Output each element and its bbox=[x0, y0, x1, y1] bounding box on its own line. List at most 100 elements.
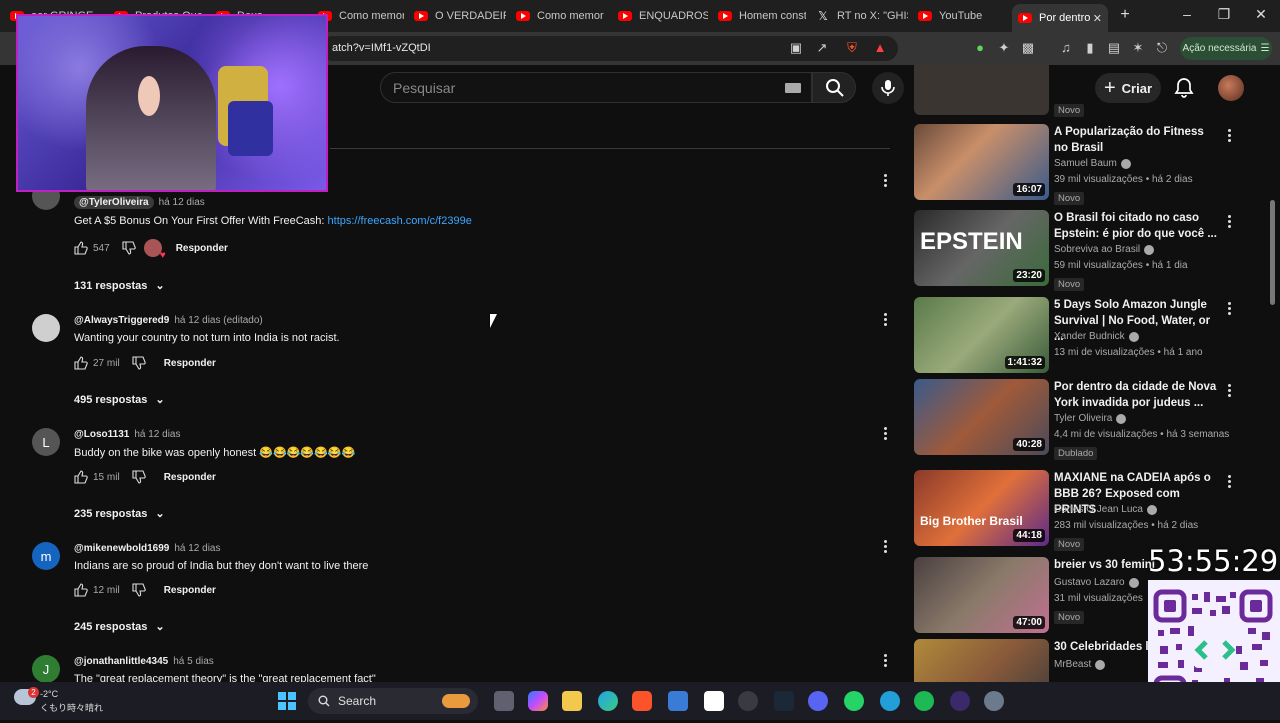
like-icon[interactable] bbox=[74, 583, 88, 597]
comment-time[interactable]: há 12 dias (editado) bbox=[174, 315, 262, 326]
video-channel[interactable]: Cortes O Jean Luca bbox=[1054, 504, 1157, 515]
video-title[interactable]: Por dentro da cidade de Nova York invadi… bbox=[1054, 379, 1219, 411]
copilot-icon[interactable] bbox=[528, 691, 548, 711]
browser-tab[interactable]: YouTube bbox=[912, 4, 1008, 28]
close-tab-icon[interactable]: ✕ bbox=[1093, 12, 1102, 25]
replies-toggle[interactable]: 245 respostas ⌄ bbox=[74, 620, 165, 634]
video-title[interactable]: O Brasil foi citado no caso Epstein: é p… bbox=[1054, 210, 1219, 242]
video-channel[interactable]: MrBeast bbox=[1054, 659, 1106, 670]
video-channel[interactable]: Gustavo Lazaro bbox=[1054, 577, 1139, 588]
whatsapp-icon[interactable] bbox=[844, 691, 864, 711]
file-explorer-icon[interactable] bbox=[562, 691, 582, 711]
browser-tab[interactable]: Por dentro ✕ bbox=[1012, 4, 1108, 32]
cast-icon[interactable]: ▣ bbox=[788, 40, 804, 56]
video-channel[interactable]: Samuel Baum bbox=[1054, 158, 1131, 169]
comment-menu-icon[interactable] bbox=[882, 312, 888, 328]
telegram-icon[interactable] bbox=[880, 691, 900, 711]
replies-toggle[interactable]: 495 respostas ⌄ bbox=[74, 393, 165, 407]
recommended-video[interactable]: Big Brother Brasil 44:18 MAXIANE na CADEIA… bbox=[914, 470, 1234, 551]
video-thumbnail[interactable] bbox=[914, 65, 1049, 115]
extension-green-icon[interactable]: ● bbox=[972, 40, 988, 56]
keyboard-icon[interactable] bbox=[785, 83, 801, 93]
action-needed-button[interactable]: Ação necessária ☰ bbox=[1180, 37, 1272, 60]
search-input[interactable]: Pesquisar bbox=[380, 72, 812, 103]
media-icon[interactable]: ♫ bbox=[1058, 40, 1074, 56]
comment-time[interactable]: há 12 dias bbox=[159, 197, 205, 208]
browser-tab[interactable]: Homem const bbox=[712, 4, 806, 28]
comment-author[interactable]: @AlwaysTriggered9 bbox=[74, 315, 169, 326]
replies-toggle[interactable]: 235 respostas ⌄ bbox=[74, 507, 165, 521]
extensions-icon[interactable]: ✦ bbox=[996, 40, 1012, 56]
steam-icon[interactable] bbox=[774, 691, 794, 711]
notifications-bell-icon[interactable] bbox=[1172, 76, 1196, 100]
video-channel[interactable]: Xander Budnick bbox=[1054, 331, 1139, 342]
screenshot-icon[interactable]: ▩ bbox=[1020, 40, 1036, 56]
page-scrollbar[interactable] bbox=[1270, 200, 1275, 305]
comment-avatar[interactable]: L bbox=[32, 428, 60, 456]
new-tab-button[interactable]: + bbox=[1115, 6, 1135, 24]
reply-button[interactable]: Responder bbox=[164, 358, 216, 369]
recommended-video[interactable]: 16:07 A Popularização do Fitness no Brasi… bbox=[914, 124, 1234, 205]
comment-time[interactable]: há 12 dias bbox=[174, 543, 220, 554]
like-icon[interactable] bbox=[74, 356, 88, 370]
comment-avatar[interactable] bbox=[32, 314, 60, 342]
close-window-icon[interactable]: ✕ bbox=[1251, 6, 1271, 23]
leo-ai-icon[interactable]: ✶ bbox=[1130, 40, 1146, 56]
comment-menu-icon[interactable] bbox=[882, 539, 888, 555]
like-icon[interactable] bbox=[74, 470, 88, 484]
like-icon[interactable] bbox=[74, 241, 88, 255]
video-menu-icon[interactable] bbox=[1226, 383, 1232, 399]
comment-avatar[interactable]: J bbox=[32, 655, 60, 683]
browser-tab[interactable]: O VERDADEIR bbox=[408, 4, 506, 28]
dislike-icon[interactable] bbox=[132, 356, 146, 370]
video-thumbnail[interactable]: 1:41:32 bbox=[914, 297, 1049, 373]
app-icon[interactable] bbox=[704, 691, 724, 711]
video-thumbnail[interactable]: Big Brother Brasil 44:18 bbox=[914, 470, 1049, 546]
obs-icon[interactable] bbox=[950, 691, 970, 711]
brave-shield-icon[interactable]: ⛨ bbox=[844, 40, 860, 56]
brave-rewards-icon[interactable]: ▲ bbox=[872, 40, 888, 56]
brave-icon[interactable] bbox=[632, 691, 652, 711]
reply-button[interactable]: Responder bbox=[176, 243, 228, 254]
wallet-icon[interactable]: ▤ bbox=[1106, 40, 1122, 56]
video-thumbnail[interactable]: 40:28 bbox=[914, 379, 1049, 455]
comment-author[interactable]: @Loso1131 bbox=[74, 429, 129, 440]
dislike-icon[interactable] bbox=[132, 470, 146, 484]
video-thumbnail[interactable]: 16:07 bbox=[914, 124, 1049, 200]
video-menu-icon[interactable] bbox=[1226, 474, 1232, 490]
minimize-icon[interactable]: – bbox=[1177, 6, 1197, 22]
share-icon[interactable]: ↗ bbox=[814, 40, 830, 56]
video-thumbnail[interactable]: 47:00 bbox=[914, 557, 1049, 633]
voice-search-button[interactable] bbox=[872, 72, 904, 104]
taskbar-search[interactable]: Search bbox=[308, 688, 478, 714]
discord-icon[interactable] bbox=[808, 691, 828, 711]
video-thumbnail[interactable]: EPSTEIN 23:20 bbox=[914, 210, 1049, 286]
spotify-icon[interactable] bbox=[914, 691, 934, 711]
start-button[interactable] bbox=[278, 692, 296, 710]
comment-author[interactable]: @jonathanlittle4345 bbox=[74, 656, 168, 667]
comment-menu-icon[interactable] bbox=[882, 653, 888, 669]
comment-author[interactable]: @TylerOliveira bbox=[74, 196, 154, 209]
search-button[interactable] bbox=[812, 72, 856, 103]
browser-tab[interactable]: 𝕏 RT no X: "GHIS bbox=[810, 4, 908, 28]
dislike-icon[interactable] bbox=[122, 241, 136, 255]
comment-menu-icon[interactable] bbox=[882, 173, 888, 189]
vpn-icon[interactable]: ⎋ bbox=[1154, 40, 1170, 56]
comment-menu-icon[interactable] bbox=[882, 426, 888, 442]
browser-tab[interactable]: ENQUADROS bbox=[612, 4, 708, 28]
reply-button[interactable]: Responder bbox=[164, 472, 216, 483]
edge-icon[interactable] bbox=[598, 691, 618, 711]
recommended-video[interactable]: 1:41:32 5 Days Solo Amazon Jungle Surviva… bbox=[914, 297, 1234, 377]
gear-app-icon[interactable] bbox=[984, 691, 1004, 711]
dislike-icon[interactable] bbox=[132, 583, 146, 597]
store-icon[interactable] bbox=[668, 691, 688, 711]
comment-link[interactable]: https://freecash.com/c/f2399e bbox=[328, 215, 472, 227]
create-button[interactable]: + Criar bbox=[1095, 73, 1161, 103]
video-title[interactable]: A Popularização do Fitness no Brasil bbox=[1054, 124, 1219, 156]
user-avatar[interactable] bbox=[1218, 75, 1244, 101]
sidebar-icon[interactable]: ▮ bbox=[1082, 40, 1098, 56]
url-text[interactable]: atch?v=IMf1-vZQtDI bbox=[332, 42, 431, 54]
comment-time[interactable]: há 5 dias bbox=[173, 656, 214, 667]
video-menu-icon[interactable] bbox=[1226, 214, 1232, 230]
recommended-video[interactable]: 40:28 Por dentro da cidade de Nova York i… bbox=[914, 379, 1234, 460]
